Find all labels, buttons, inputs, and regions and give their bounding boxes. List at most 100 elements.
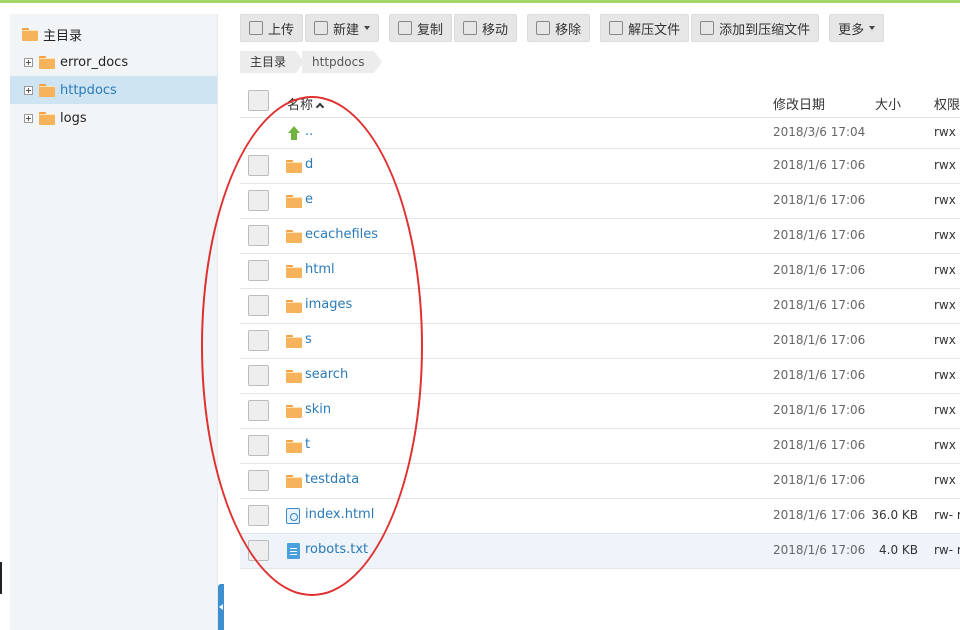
table-row[interactable]: images 2018/1/6 17:06 rwx: [240, 289, 960, 324]
table-row[interactable]: ecachefiles 2018/1/6 17:06 rwx: [240, 219, 960, 254]
breadcrumb-root[interactable]: 主目录: [240, 51, 305, 73]
file-name[interactable]: d: [305, 157, 313, 172]
folder-icon: [286, 300, 302, 313]
file-perm: rwx: [934, 473, 956, 487]
arrow-right-icon: [463, 21, 478, 35]
table-row[interactable]: robots.txt 2018/1/6 17:06 4.0 KB rw- r: [240, 534, 960, 569]
folder-icon: [39, 112, 55, 125]
table-row[interactable]: e 2018/1/6 17:06 rwx: [240, 184, 960, 219]
column-name-header[interactable]: 名称: [287, 94, 325, 113]
column-perm-header[interactable]: 权限: [934, 94, 960, 113]
row-checkbox[interactable]: [248, 435, 269, 456]
chevron-down-icon: [364, 26, 371, 30]
file-name[interactable]: e: [305, 192, 313, 207]
row-checkbox[interactable]: [248, 225, 269, 246]
folder-icon: [286, 475, 302, 488]
file-date: 2018/1/6 17:06: [773, 543, 866, 557]
close-icon: [536, 21, 551, 35]
column-date-header[interactable]: 修改日期: [773, 94, 825, 113]
table-row[interactable]: skin 2018/1/6 17:06 rwx: [240, 394, 960, 429]
file-name[interactable]: search: [305, 367, 348, 382]
folder-icon: [39, 56, 55, 69]
remove-label: 移除: [555, 22, 582, 38]
file-perm: rwx: [934, 125, 956, 139]
file-name[interactable]: testdata: [305, 472, 359, 487]
more-button[interactable]: 更多: [829, 14, 885, 42]
folder-icon: [286, 160, 302, 173]
folder-icon: [22, 28, 38, 41]
file-name[interactable]: index.html: [305, 507, 374, 522]
row-checkbox[interactable]: [248, 260, 269, 281]
row-checkbox[interactable]: [248, 190, 269, 211]
row-checkbox[interactable]: [248, 155, 269, 176]
folder-icon: [286, 265, 302, 278]
row-checkbox[interactable]: [248, 330, 269, 351]
file-name[interactable]: s: [305, 332, 312, 347]
tree-root-label: 主目录: [43, 28, 83, 44]
file-size: 4.0 KB: [879, 543, 918, 557]
extract-button[interactable]: 解压文件: [600, 14, 690, 42]
tree-item-error-docs[interactable]: error_docs: [10, 48, 217, 76]
copy-icon: [398, 21, 413, 35]
row-checkbox[interactable]: [248, 470, 269, 491]
column-size-header[interactable]: 大小: [875, 94, 901, 113]
tree-root[interactable]: 主目录: [10, 20, 217, 48]
folder-tree-sidebar: 主目录 error_docs httpdocs logs: [10, 14, 218, 630]
table-row[interactable]: t 2018/1/6 17:06 rwx: [240, 429, 960, 464]
row-checkbox[interactable]: [248, 365, 269, 386]
table-row[interactable]: d 2018/1/6 17:06 rwx: [240, 149, 960, 184]
file-date: 2018/1/6 17:06: [773, 473, 866, 487]
expand-icon[interactable]: [24, 85, 33, 95]
table-row[interactable]: testdata 2018/1/6 17:06 rwx: [240, 464, 960, 499]
window-edge-mark: [0, 562, 2, 594]
column-name-label: 名称: [287, 98, 314, 113]
file-perm: rw- r: [934, 543, 960, 557]
row-checkbox[interactable]: [248, 295, 269, 316]
table-row[interactable]: s 2018/1/6 17:06 rwx: [240, 324, 960, 359]
file-size: 36.0 KB: [871, 508, 918, 522]
file-date: 2018/1/6 17:06: [773, 228, 866, 242]
tree-item-httpdocs[interactable]: httpdocs: [10, 76, 217, 104]
file-name[interactable]: t: [305, 437, 310, 452]
table-row[interactable]: .. 2018/3/6 17:04 rwx: [240, 118, 960, 149]
row-checkbox[interactable]: [248, 540, 269, 561]
breadcrumb-current[interactable]: httpdocs: [302, 51, 383, 73]
new-button[interactable]: 新建: [305, 14, 380, 42]
remove-button[interactable]: 移除: [527, 14, 591, 42]
file-perm: rw- r: [934, 508, 960, 522]
upload-button[interactable]: 上传: [240, 14, 304, 42]
folder-icon: [286, 230, 302, 243]
expand-icon[interactable]: [24, 57, 33, 67]
chevron-down-icon: [869, 26, 876, 30]
move-button[interactable]: 移动: [454, 14, 518, 42]
file-perm: rwx: [934, 158, 956, 172]
tree-item-logs[interactable]: logs: [10, 104, 217, 132]
file-name[interactable]: ..: [305, 124, 313, 139]
file-date: 2018/1/6 17:06: [773, 298, 866, 312]
tree-item-label: logs: [60, 110, 87, 126]
select-all-checkbox[interactable]: [248, 90, 269, 111]
table-row[interactable]: search 2018/1/6 17:06 rwx: [240, 359, 960, 394]
row-checkbox[interactable]: [248, 505, 269, 526]
expand-icon[interactable]: [24, 113, 33, 123]
file-name[interactable]: html: [305, 262, 335, 277]
file-date: 2018/1/6 17:06: [773, 193, 866, 207]
upload-icon: [249, 21, 263, 35]
file-name[interactable]: images: [305, 297, 352, 312]
table-header: 名称 修改日期 大小 权限: [240, 84, 960, 118]
add-to-archive-button[interactable]: 添加到压缩文件: [691, 14, 820, 42]
file-name[interactable]: ecachefiles: [305, 227, 378, 242]
folder-icon: [286, 335, 302, 348]
table-row[interactable]: html 2018/1/6 17:06 rwx: [240, 254, 960, 289]
file-date: 2018/1/6 17:06: [773, 333, 866, 347]
file-date: 2018/3/6 17:04: [773, 125, 866, 139]
file-date: 2018/1/6 17:06: [773, 263, 866, 277]
file-name[interactable]: robots.txt: [305, 542, 368, 557]
row-checkbox[interactable]: [248, 400, 269, 421]
html-file-icon: [286, 508, 300, 524]
file-name[interactable]: skin: [305, 402, 331, 417]
copy-button[interactable]: 复制: [389, 14, 453, 42]
table-row[interactable]: index.html 2018/1/6 17:06 36.0 KB rw- r: [240, 499, 960, 534]
sidebar-collapse-handle[interactable]: [218, 584, 224, 630]
more-label: 更多: [838, 22, 865, 38]
